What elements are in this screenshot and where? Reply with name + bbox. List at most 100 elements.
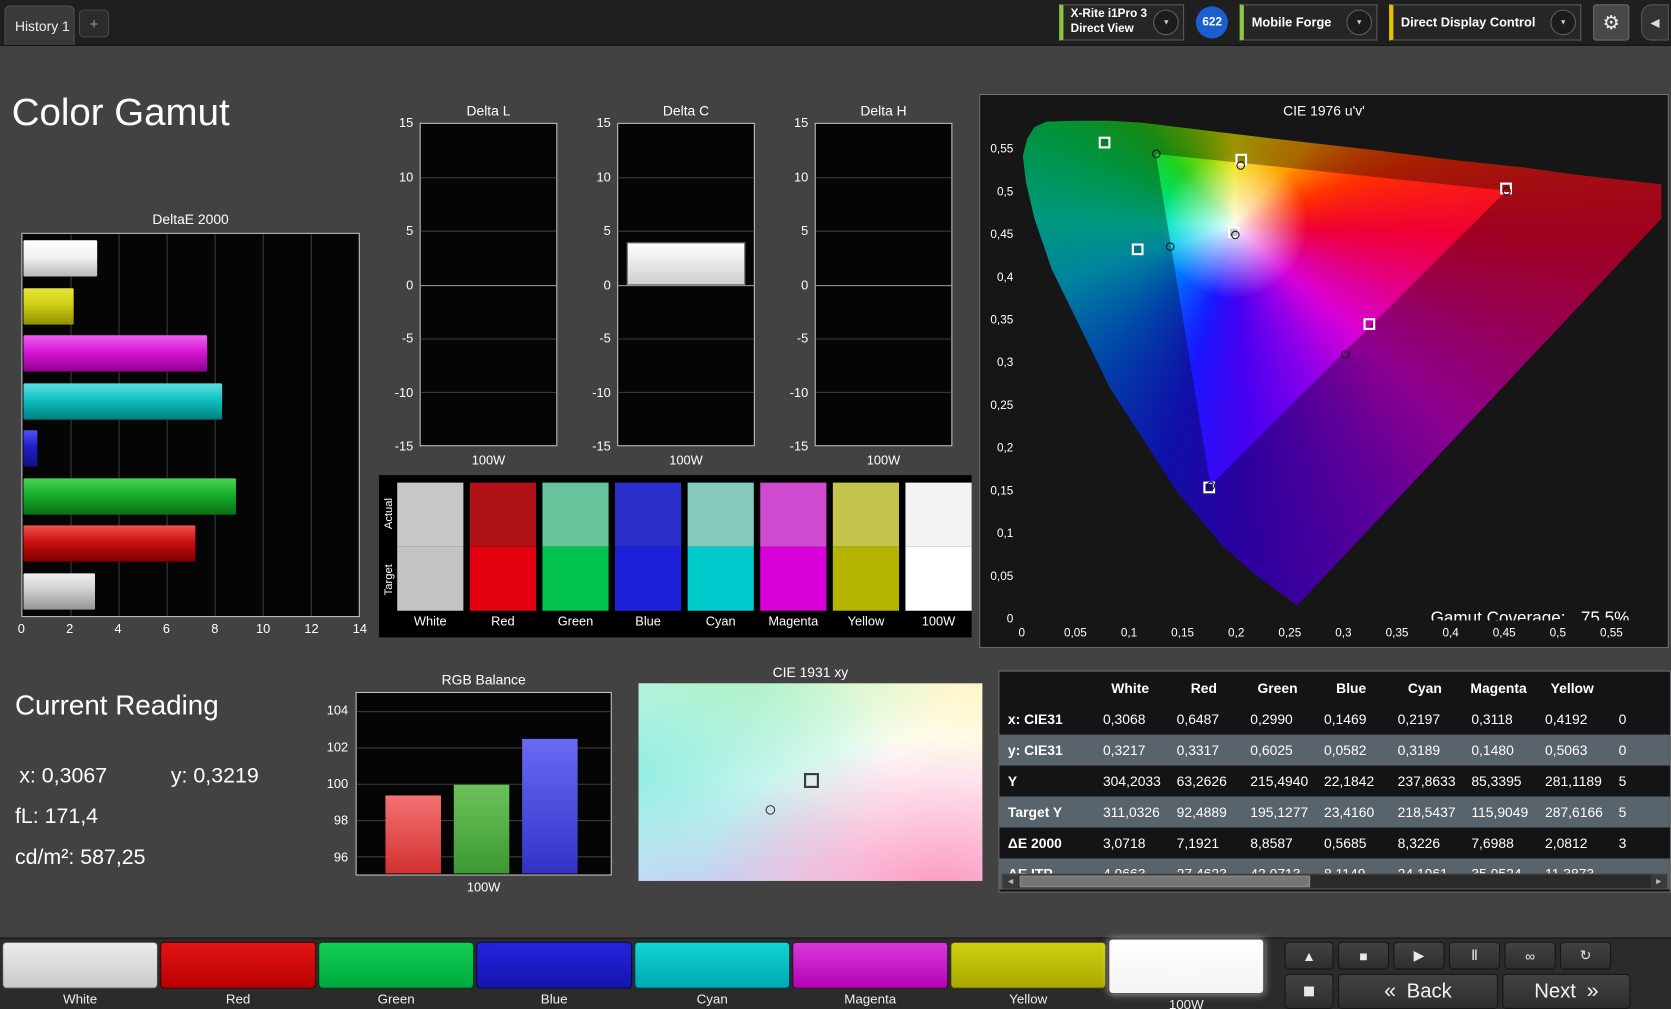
table-cell: 0 [1618,711,1627,728]
pattern-label: Magenta [844,991,897,1007]
table-cell: 237,8633 [1397,773,1456,790]
pattern-label: White [63,991,98,1007]
current-reading-title: Current Reading [14,688,219,721]
pattern-button-100w[interactable]: 100W [1108,938,1265,1009]
pattern-label: Yellow [1009,991,1048,1007]
table-cell: 0,5063 [1545,742,1588,759]
gridline [420,284,557,286]
gridline [356,711,611,713]
axis-tick-label: 0,5 [996,185,1014,199]
collapse-panel-button[interactable]: ◀ [1641,4,1669,41]
deltae2000-bars [23,235,357,615]
calman-app: History 1 + X-Rite i1Pro 3 Direct View ▼… [0,0,1671,1009]
pattern-button-green[interactable]: Green [318,941,475,1009]
axis-tick-label: 0,05 [1063,626,1087,640]
measurement-marker [766,804,776,815]
pattern-button-blue[interactable]: Blue [476,941,633,1009]
swatch-column-blue: Blue [615,482,682,629]
rgb-bar-green [453,784,510,874]
axis-tick-label: 0,2 [1228,626,1245,640]
axis-tick-label: -15 [394,438,414,454]
measurement-marker [1502,186,1511,195]
table-row--e-2000: ΔE 2000 3,0718 7,1921 8,8587 0,5685 8,3226 7,6… [999,827,1670,858]
pattern-swatch [160,941,317,989]
axis-tick-label: 5 [406,223,414,239]
deltae-bar-green [23,478,236,515]
pattern-button-red[interactable]: Red [160,941,317,1009]
table-cell: 0,6487 [1176,711,1220,728]
play-button[interactable]: ▶ [1393,941,1445,970]
delta-chart-title: Delta C [662,102,710,119]
scrollbar-track[interactable] [1019,874,1651,888]
deltae-bar-row-magenta [23,330,357,378]
pattern-button-white[interactable]: White [2,941,159,1009]
stop-button[interactable]: ■ [1337,941,1390,970]
measurement-table-panel: White Red Green Blue Cyan Magenta Yellow x: CIE… [998,670,1671,893]
table-cell: 7,1921 [1176,834,1220,851]
actual-swatch [832,482,900,547]
table-header-row: White Red Green Blue Cyan Magenta Yellow [999,672,1670,704]
settings-button[interactable]: ⚙ [1593,4,1630,41]
table-cell: 0,3217 [1102,742,1146,759]
delta-chart-title: Delta L [466,102,511,119]
back-label: Back [1406,979,1452,1003]
axis-tick-label: 0,3 [996,356,1014,370]
gridline [618,338,754,340]
table-cell: 287,6166 [1545,804,1603,821]
continuous-read-button[interactable]: ∞ [1504,941,1556,970]
meter-dropdown-button[interactable]: ▼ [1153,9,1180,36]
axis-tick-label: 15 [794,115,809,131]
table-cell: 0,3189 [1397,742,1441,759]
scroll-left-icon[interactable]: ◄ [1002,874,1019,889]
top-bar: History 1 + X-Rite i1Pro 3 Direct View ▼… [0,0,1671,46]
pattern-button-magenta[interactable]: Magenta [792,941,949,1009]
swatch-label: 100W [921,613,956,629]
table-cell: 8,8587 [1250,834,1293,851]
add-tab-button[interactable]: + [79,9,109,38]
gamut-coverage-label: Gamut Coverage: [1430,609,1566,621]
table-header-green: Green [1257,679,1298,696]
pattern-window-button[interactable]: ■ [1284,973,1334,1009]
deltae-bar-100w [23,573,96,610]
pattern-button-yellow[interactable]: Yellow [950,941,1107,1009]
axis-tick-label: 0,5 [1549,626,1566,640]
axis-tick-label: 5 [801,223,809,239]
back-button[interactable]: « Back [1337,973,1499,1009]
scrollbar-thumb[interactable] [1019,875,1311,888]
cie-1976-x-axis: 0 0,05 0,1 0,15 0,2 0,25 0,3 0,35 0,4 0,45 0,5 0,55 [1018,627,1662,642]
source-name: Mobile Forge [1251,14,1332,30]
table-scrollbar[interactable]: ◄ ► [1001,873,1668,890]
table-cell: 215,4940 [1250,773,1309,790]
source-dropdown[interactable]: Mobile Forge ▼ [1239,4,1378,41]
next-button[interactable]: Next » [1502,973,1631,1009]
rgb-bar-blue [522,739,578,874]
table-row-label: x: CIE31 [1007,711,1063,728]
delta-chart-title: Delta H [860,102,907,119]
up-button[interactable]: ▲ [1284,941,1334,970]
axis-tick-label: 14 [352,621,367,637]
delta-chart-plot [617,122,755,447]
meter-dropdown[interactable]: X-Rite i1Pro 3 Direct View ▼ [1058,4,1185,41]
deltae-bar-row-blue [23,425,357,473]
actual-swatch [760,482,827,547]
pattern-button-cyan[interactable]: Cyan [634,941,791,1009]
source-dropdown-button[interactable]: ▼ [1346,9,1372,36]
gridline [815,177,952,179]
target-row-label: Target [382,564,396,596]
target-swatch [397,546,464,611]
scroll-right-icon[interactable]: ► [1650,874,1667,889]
refresh-icon: ↻ [1579,947,1592,964]
display-control-dropdown-button[interactable]: ▼ [1550,9,1576,36]
tab-history-1[interactable]: History 1 [4,5,75,45]
table-header-red: Red [1190,679,1217,696]
table-cell: 92,4889 [1176,804,1227,821]
pattern-swatch [634,941,791,989]
refresh-button[interactable]: ↻ [1559,941,1612,970]
table-row-label: Y [1007,773,1018,790]
axis-tick-label: 6 [162,621,170,637]
axis-tick-label: 15 [596,115,611,131]
axis-tick-label: 0,25 [990,399,1014,413]
display-control-dropdown[interactable]: Direct Display Control ▼ [1389,4,1582,41]
pause-button[interactable]: Ⅱ [1448,941,1501,970]
reading-count-badge: 622 [1196,6,1229,39]
